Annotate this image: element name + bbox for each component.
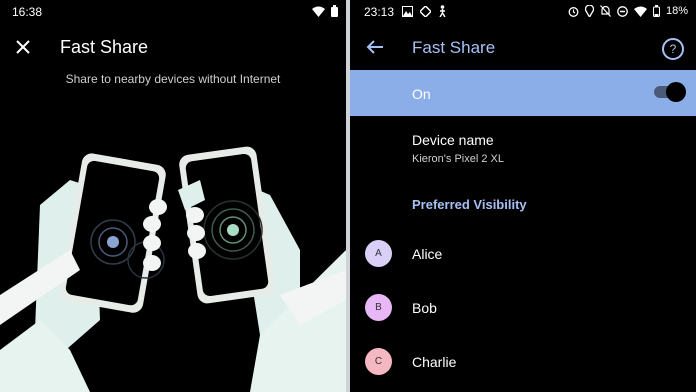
page-title: Fast Share [412, 38, 496, 57]
device-name-value: Kieron's Pixel 2 XL [412, 153, 504, 165]
right-screen: 23:13 18% Fast Share ? On Device name Ki… [350, 0, 696, 392]
close-icon[interactable] [14, 38, 32, 56]
page-title: Fast Share [60, 37, 149, 57]
device-name-row[interactable] [350, 120, 696, 176]
contact-name: Charlie [412, 354, 457, 370]
contact-item-charlie[interactable]: C Charlie [350, 338, 696, 386]
image-icon [402, 5, 413, 17]
battery-percent: 18% [665, 5, 688, 17]
alarm-icon [568, 6, 579, 17]
fast-share-switch[interactable] [654, 82, 686, 102]
location-diamond-icon [420, 5, 431, 17]
contact-name: Alice [412, 246, 443, 262]
status-time: 16:38 [12, 5, 43, 19]
wifi-icon [312, 6, 325, 17]
notifications-off-icon [600, 5, 611, 17]
dnd-icon [617, 5, 628, 17]
switch-knob [666, 82, 686, 102]
contact-name: Bob [412, 300, 437, 316]
walk-icon [439, 5, 446, 17]
status-bar: 16:38 [0, 0, 346, 22]
back-arrow-icon[interactable] [366, 39, 384, 55]
contact-item-bob[interactable]: B Bob [350, 284, 696, 332]
battery-icon [652, 5, 660, 17]
wifi-icon [633, 6, 647, 17]
avatar: A [365, 240, 392, 267]
location-icon [584, 5, 594, 17]
avatar: C [365, 348, 392, 375]
device-name-label: Device name [412, 132, 494, 148]
toggle-label: On [412, 86, 431, 102]
battery-icon [331, 5, 338, 17]
help-icon[interactable]: ? [662, 38, 684, 60]
status-time: 23:13 [364, 5, 395, 19]
preferred-visibility-header: Preferred Visibility [412, 197, 527, 212]
avatar: B [365, 294, 392, 321]
page-subtitle: Share to nearby devices without Internet [65, 72, 281, 86]
fast-share-toggle-row[interactable]: On [350, 70, 696, 116]
left-screen: 16:38 Fast Share Share to nearby devices… [0, 0, 346, 392]
share-illustration [0, 146, 346, 392]
right-hand-phone [178, 146, 346, 392]
contact-item-alice[interactable]: A Alice [350, 230, 696, 278]
status-bar: 23:13 18% [350, 0, 696, 22]
left-hand-phone [0, 153, 167, 392]
